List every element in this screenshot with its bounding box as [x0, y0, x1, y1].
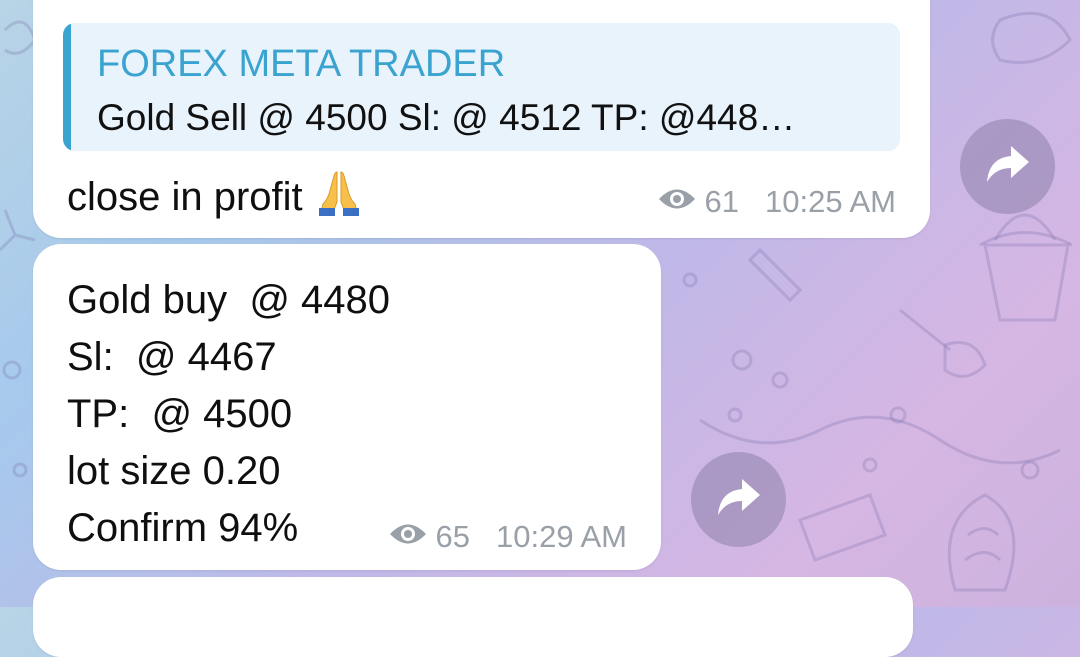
message-meta: 65 10:29 AM	[388, 519, 627, 555]
timestamp: 10:25 AM	[765, 184, 896, 219]
message-line: Sl: @ 4467	[67, 335, 277, 379]
view-count: 61	[704, 184, 740, 219]
reply-accent-bar	[63, 23, 71, 151]
message-bubble[interactable]	[33, 577, 913, 657]
eye-icon	[657, 184, 697, 220]
reply-author: FOREX META TRADER	[97, 43, 506, 85]
message-text: close in profit	[67, 175, 303, 219]
message-bubble[interactable]: Gold buy @ 4480 Sl: @ 4467 TP: @ 4500 lo…	[33, 244, 661, 570]
forward-button[interactable]	[691, 452, 786, 547]
view-count: 65	[435, 519, 471, 554]
message-text-row: close in profit	[67, 168, 363, 226]
message-line: Confirm 94%	[67, 506, 299, 550]
message-line: Gold buy @ 4480	[67, 278, 391, 322]
message-bubble[interactable]: FOREX META TRADER Gold Sell @ 4500 Sl: @…	[33, 0, 930, 238]
message-meta: 61 10:25 AM	[657, 184, 896, 220]
message-line: lot size 0.20	[67, 449, 281, 493]
message-line: TP: @ 4500	[67, 392, 293, 436]
reply-text: Gold Sell @ 4500 Sl: @ 4512 TP: @448…	[97, 97, 796, 138]
timestamp: 10:29 AM	[496, 519, 627, 554]
share-arrow-icon	[985, 144, 1031, 189]
forward-button[interactable]	[960, 119, 1055, 214]
folded-hands-icon	[315, 168, 363, 226]
eye-icon	[388, 519, 428, 555]
share-arrow-icon	[716, 477, 762, 522]
message-text: Gold buy @ 4480 Sl: @ 4467 TP: @ 4500 lo…	[67, 272, 390, 557]
reply-preview[interactable]: FOREX META TRADER Gold Sell @ 4500 Sl: @…	[63, 23, 900, 151]
